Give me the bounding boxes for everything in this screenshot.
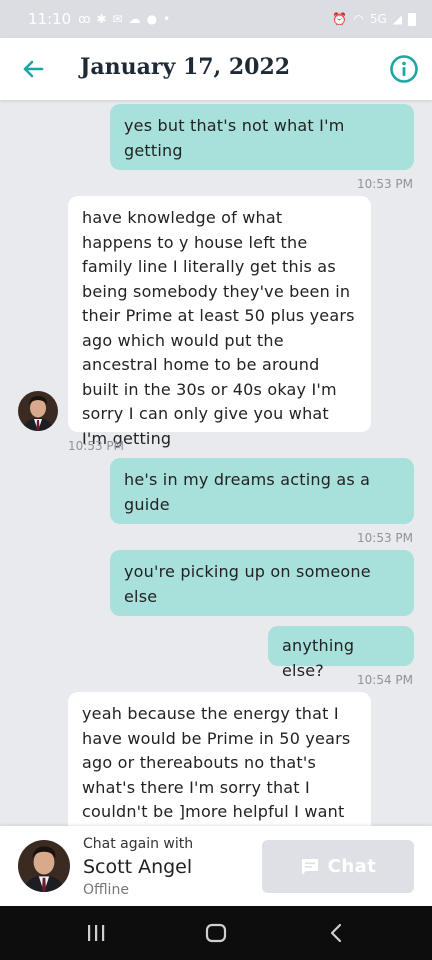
advisor-avatar — [18, 391, 58, 431]
chat-again-label: Chat again with — [83, 836, 194, 852]
incoming-message[interactable]: have knowledge of what happens to y hous… — [68, 196, 371, 448]
outgoing-message[interactable]: he's in my dreams acting as a guide — [110, 458, 414, 524]
status-bar: 11:10 ꝏ ✱ ✉ ☁ ● • ⏰ ◠ 5G ◢ — [0, 0, 432, 38]
signal-icon: ◢ — [392, 12, 402, 26]
notification-icons: ꝏ ✱ ✉ ☁ ● • — [78, 12, 170, 26]
chat-bubble-icon — [301, 858, 318, 875]
status-time: 11:10 — [28, 10, 72, 28]
info-circle-icon — [390, 55, 418, 83]
arrow-left-icon — [23, 60, 44, 78]
outgoing-message[interactable]: yes but that's not what I'm getting — [110, 104, 414, 170]
system-nav-bar — [0, 906, 432, 960]
message-timestamp: 10:53 PM — [68, 439, 124, 453]
facebook-icon: ● — [146, 12, 158, 26]
advisor-avatar[interactable] — [18, 840, 70, 892]
home-button[interactable] — [203, 920, 229, 946]
outgoing-message[interactable]: you're picking up on someone else — [110, 550, 414, 616]
back-button[interactable] — [18, 54, 48, 84]
info-button[interactable] — [388, 53, 420, 85]
message-timestamp: 10:53 PM — [357, 177, 413, 191]
outgoing-message[interactable]: anything else? — [268, 626, 414, 680]
advisor-status: Offline — [83, 882, 129, 898]
back-nav-button[interactable] — [324, 920, 350, 946]
bluetooth-icon: ✱ — [96, 12, 107, 26]
chevron-left-icon — [330, 923, 342, 943]
battery-icon — [408, 12, 416, 26]
incoming-message[interactable]: yeah because the energy that I have woul… — [68, 692, 371, 842]
alarm-icon: ⏰ — [332, 12, 348, 26]
wifi-icon: ◠ — [353, 12, 364, 26]
recents-icon — [88, 925, 105, 941]
chat-again-bar: Chat again with Scott Angel Offline Chat — [0, 826, 432, 906]
cloud-icon: ☁ — [128, 12, 141, 26]
home-icon — [205, 923, 227, 943]
page-title: January 17, 2022 — [80, 54, 291, 80]
app-header: January 17, 2022 — [0, 38, 432, 100]
dot-icon: • — [163, 12, 171, 26]
chat-button[interactable]: Chat — [262, 840, 414, 893]
recents-button[interactable] — [83, 920, 109, 946]
advisor-name[interactable]: Scott Angel — [83, 856, 192, 878]
chat-button-label: Chat — [327, 856, 377, 877]
network-label: 5G — [369, 12, 387, 26]
message-timestamp: 10:53 PM — [357, 531, 413, 545]
voicemail-icon: ꝏ — [78, 12, 91, 26]
mail-icon: ✉ — [112, 12, 123, 26]
message-timestamp: 10:54 PM — [357, 673, 413, 687]
